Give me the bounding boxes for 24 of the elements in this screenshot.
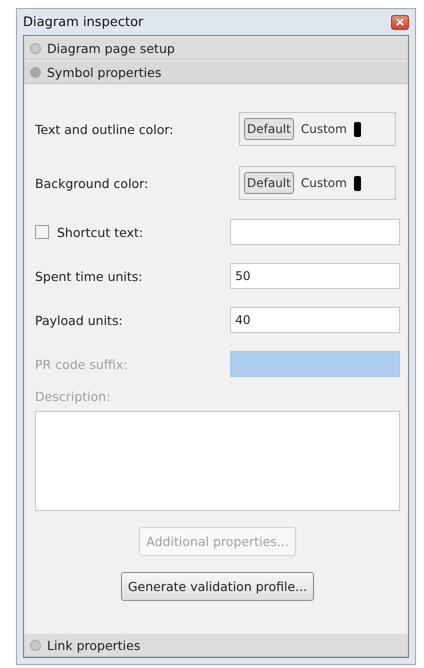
color-swatch-icon: [354, 122, 361, 136]
input-field[interactable]: 50: [230, 263, 400, 289]
window-title: Diagram inspector: [23, 14, 144, 30]
color-option[interactable]: Custom: [298, 172, 350, 194]
field-label: Spent time units:: [35, 268, 143, 284]
action-button[interactable]: Generate validation profile...: [120, 572, 314, 601]
input-field[interactable]: [230, 219, 400, 245]
color-swatch-icon: [354, 176, 361, 190]
checkbox-label: Shortcut text:: [57, 224, 144, 240]
field-label: Background color:: [35, 176, 148, 190]
color-option[interactable]: Default: [244, 118, 294, 140]
checkbox[interactable]: [35, 225, 49, 239]
input-field[interactable]: 40: [230, 307, 400, 333]
close-icon: [396, 18, 404, 26]
field-label: Description:: [35, 389, 110, 404]
color-option[interactable]: Custom: [298, 118, 350, 140]
close-button[interactable]: [391, 14, 409, 30]
color-option[interactable]: Default: [244, 172, 294, 194]
section-header[interactable]: Symbol properties: [24, 60, 408, 84]
section-header[interactable]: Diagram page setup: [24, 36, 408, 60]
section-header[interactable]: Link properties: [24, 633, 408, 657]
field-label: PR code suffix:: [35, 356, 128, 372]
field-label: Payload units:: [35, 312, 123, 328]
field-label: Text and outline color:: [35, 122, 174, 136]
